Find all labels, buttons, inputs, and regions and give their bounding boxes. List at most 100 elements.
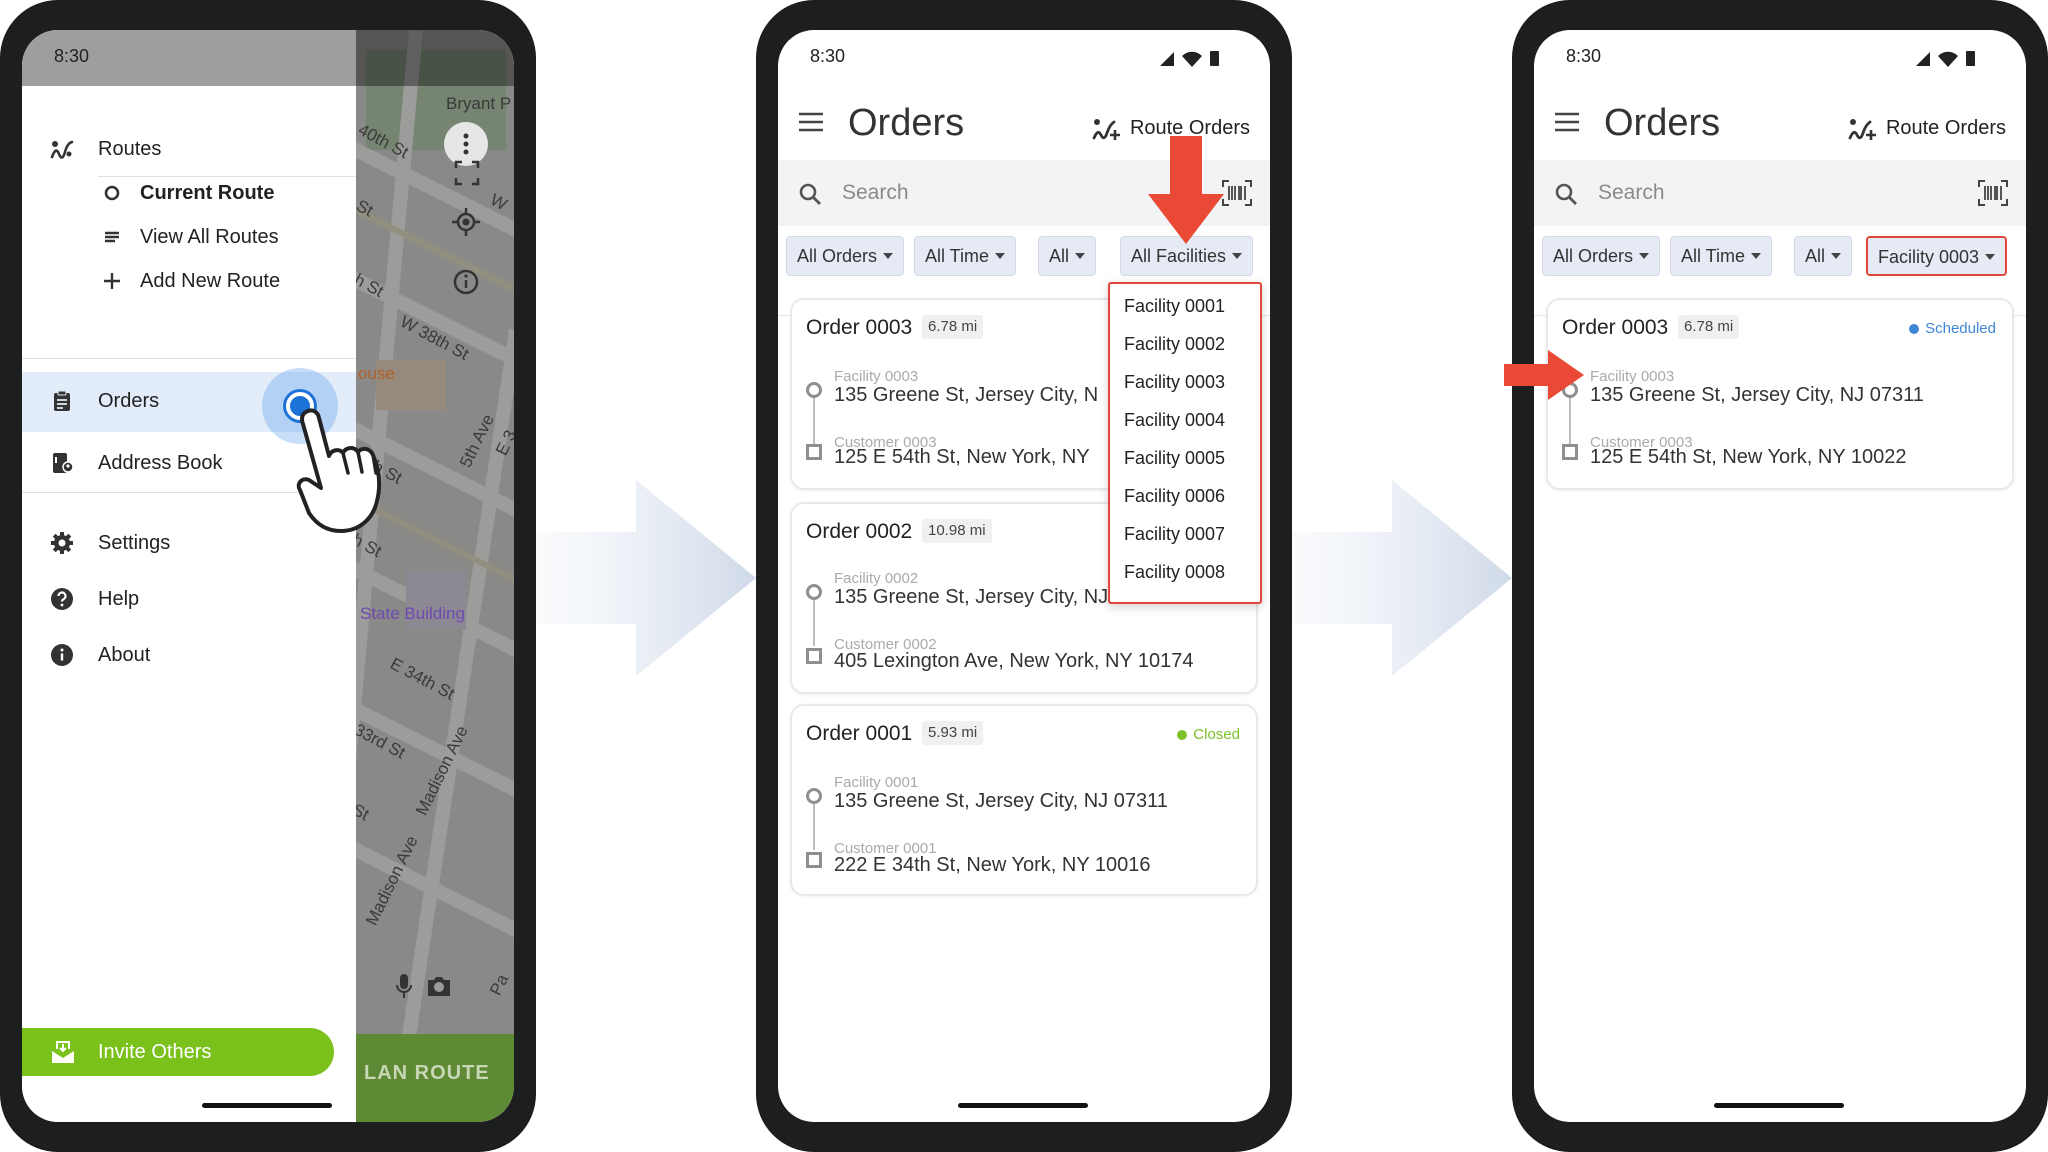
status-time: 8:30	[54, 46, 90, 66]
status-bar: 8:30	[778, 30, 1270, 86]
dropoff-icon	[806, 648, 822, 664]
circle-outline-icon	[104, 185, 120, 201]
list-icon	[105, 231, 119, 243]
phone-3-frame: 8:30 Orders Route Orders Search All Orde…	[1512, 0, 2048, 1152]
drawer-item-help[interactable]: Help	[22, 570, 356, 628]
map-status-overlay	[356, 30, 514, 86]
route-connector	[813, 804, 815, 850]
route-orders-icon	[1848, 119, 1876, 140]
chip-label: Facility 0003	[1878, 247, 1980, 267]
drop-address: 125 E 54th St, New York, NY 10022	[1590, 446, 1907, 468]
drawer-item-label: Help	[98, 588, 140, 610]
facility-dropdown: Facility 0001 Facility 0002 Facility 000…	[1108, 282, 1262, 604]
filter-chip-status[interactable]: All	[1794, 236, 1853, 276]
pointing-hand-icon	[296, 408, 382, 533]
caret-down-icon	[995, 253, 1006, 259]
dropdown-option[interactable]: Facility 0005	[1124, 448, 1225, 469]
pickup-icon	[806, 788, 822, 804]
status-badge: Scheduled	[1909, 320, 1996, 337]
route-orders-icon	[1092, 119, 1120, 140]
camera-icon[interactable]	[426, 974, 452, 998]
filter-chip-status[interactable]: All	[1038, 236, 1097, 276]
drawer-item-about[interactable]: About	[22, 626, 356, 684]
hamburger-menu-icon[interactable]	[798, 112, 824, 132]
info-circle-icon[interactable]	[452, 268, 480, 296]
pickup-icon	[806, 382, 822, 398]
divider	[22, 358, 356, 359]
barcode-scan-icon[interactable]	[1978, 180, 2008, 206]
plan-route-button[interactable]: LAN ROUTE	[356, 1034, 514, 1122]
dropdown-option[interactable]: Facility 0003	[1124, 372, 1225, 393]
signal-icon	[1916, 52, 1930, 66]
app-bar: Orders Route Orders	[1534, 86, 2026, 158]
home-indicator[interactable]	[1714, 1103, 1844, 1108]
invite-others-button[interactable]: Invite Others	[22, 1028, 334, 1076]
pickup-name: Facility 0003	[834, 368, 919, 385]
pickup-name: Facility 0001	[834, 774, 919, 791]
dropoff-icon	[1562, 444, 1578, 460]
home-indicator[interactable]	[958, 1103, 1088, 1108]
search-input[interactable]	[1598, 174, 1938, 212]
wifi-icon	[1182, 51, 1202, 67]
drawer-item-label: Routes	[98, 138, 162, 160]
page-title: Orders	[1604, 102, 1721, 144]
dropdown-option[interactable]: Facility 0008	[1124, 562, 1225, 583]
dropdown-option[interactable]: Facility 0007	[1124, 524, 1225, 545]
filter-chip-orders[interactable]: All Orders	[786, 236, 905, 276]
filter-chip-time[interactable]: All Time	[1670, 236, 1773, 276]
caret-down-icon	[1232, 253, 1243, 259]
order-title: Order 0003	[806, 316, 913, 339]
home-indicator[interactable]	[202, 1103, 332, 1108]
dropdown-option[interactable]: Facility 0004	[1124, 410, 1225, 431]
status-icons	[1160, 51, 1219, 67]
chip-label: All Orders	[797, 246, 878, 266]
drawer-item-label: About	[98, 644, 151, 666]
status-label: Closed	[1193, 726, 1240, 743]
caret-down-icon	[883, 253, 894, 259]
drawer-item-label: Address Book	[98, 452, 223, 474]
status-label: Scheduled	[1925, 320, 1996, 337]
filter-chip-time[interactable]: All Time	[914, 236, 1017, 276]
order-distance: 10.98 mi	[922, 519, 992, 543]
phone-3-screen: 8:30 Orders Route Orders Search All Orde…	[1534, 30, 2026, 1122]
filter-chip-orders[interactable]: All Orders	[1542, 236, 1661, 276]
battery-icon	[1210, 51, 1219, 66]
microphone-icon[interactable]	[394, 972, 414, 1000]
status-bar: 8:30	[22, 30, 356, 86]
my-location-icon[interactable]	[450, 206, 482, 238]
hamburger-menu-icon[interactable]	[1554, 112, 1580, 132]
dropdown-option[interactable]: Facility 0002	[1124, 334, 1225, 355]
order-title: Order 0002	[806, 520, 913, 543]
map-label: ouse	[358, 364, 395, 383]
map-view[interactable]: Bryant P 40th St St W h St W 38th St ous…	[356, 30, 514, 1122]
search-icon	[1555, 183, 1577, 205]
drawer-item-label: View All Routes	[140, 226, 279, 248]
status-badge: Closed	[1177, 726, 1240, 743]
chip-label: All Time	[1681, 246, 1746, 266]
drop-address: 405 Lexington Ave, New York, NY 10174	[834, 650, 1194, 672]
order-card[interactable]: Order 0001 5.93 mi Closed Facility 0001 …	[790, 704, 1258, 896]
order-distance: 6.78 mi	[1678, 315, 1740, 339]
route-orders-label: Route Orders	[1885, 116, 2006, 139]
filter-chip-facilities[interactable]: Facility 0003	[1866, 236, 2008, 276]
chip-label: All Orders	[1553, 246, 1634, 266]
battery-icon	[1966, 51, 1975, 66]
status-time: 8:30	[1566, 46, 1602, 66]
order-card[interactable]: Order 0003 6.78 mi Scheduled Facility 00…	[1546, 298, 2014, 490]
pickup-name: Facility 0002	[834, 570, 919, 587]
status-bar: 8:30	[1534, 30, 2026, 86]
fullscreen-icon[interactable]	[454, 160, 480, 186]
route-connector	[813, 600, 815, 646]
dropdown-option[interactable]: Facility 0006	[1124, 486, 1225, 507]
drawer-item-add-new-route[interactable]: Add New Route	[22, 252, 356, 310]
barcode-scan-icon[interactable]	[1222, 180, 1252, 206]
dropdown-option[interactable]: Facility 0001	[1124, 296, 1225, 317]
route-orders-button[interactable]: Route Orders	[1848, 114, 2006, 142]
order-distance: 6.78 mi	[922, 315, 984, 339]
phone-1-screen: Bryant P 40th St St W h St W 38th St ous…	[22, 30, 514, 1122]
navigation-drawer: 8:30 Routes Current Route View All Route…	[22, 30, 356, 1122]
caret-down-icon	[1751, 253, 1762, 259]
status-time: 8:30	[810, 46, 846, 66]
invite-icon	[52, 1041, 74, 1063]
search-input[interactable]	[842, 174, 1182, 212]
